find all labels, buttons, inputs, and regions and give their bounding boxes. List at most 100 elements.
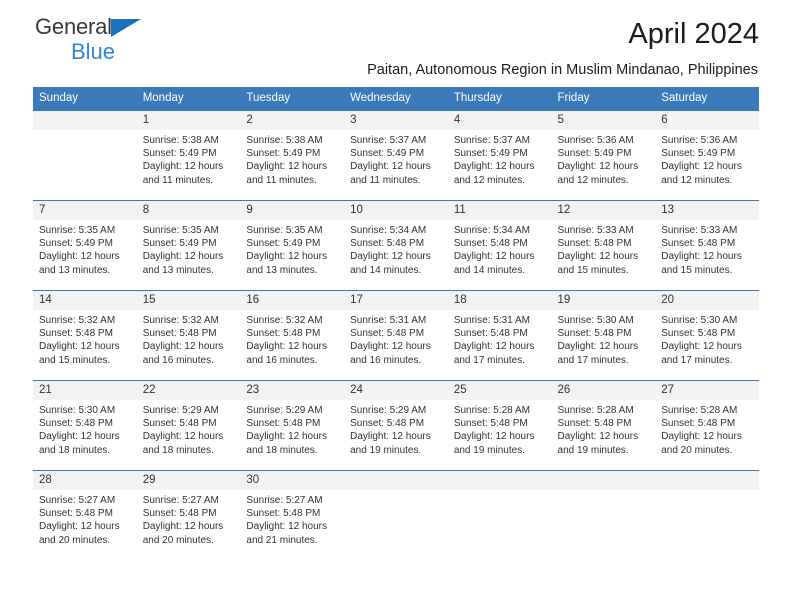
calendar-day-cell[interactable]: 23 Sunrise: 5:29 AM Sunset: 5:48 PM Dayligh…	[240, 380, 345, 471]
day-number: 12	[551, 201, 656, 220]
day-number	[344, 471, 448, 490]
day-details: Sunrise: 5:33 AM Sunset: 5:48 PM Daylight:…	[552, 220, 656, 277]
calendar-day-cell[interactable]: 8 Sunrise: 5:35 AM Sunset: 5:49 PM Daylight…	[136, 200, 241, 291]
daylight-text-line1: Daylight: 12 hours	[246, 341, 328, 353]
calendar-day-cell[interactable]: 10 Sunrise: 5:34 AM Sunset: 5:48 PM Dayligh…	[344, 200, 448, 291]
sunrise-text: Sunrise: 5:32 AM	[39, 315, 116, 326]
daylight-text-line1: Daylight: 12 hours	[142, 341, 224, 353]
sunset-text: Sunset: 5:48 PM	[246, 418, 321, 430]
day-number: 15	[136, 291, 241, 310]
daylight-text-line1: Daylight: 12 hours	[557, 431, 639, 443]
calendar-day-cell[interactable]: 5 Sunrise: 5:36 AM Sunset: 5:49 PM Daylight…	[551, 110, 656, 201]
sunrise-text: Sunrise: 5:37 AM	[453, 135, 530, 146]
calendar-day-cell[interactable]: 25 Sunrise: 5:28 AM Sunset: 5:48 PM Dayligh…	[447, 380, 552, 471]
day-number: 1	[136, 111, 241, 130]
sunrise-text: Sunrise: 5:28 AM	[661, 405, 738, 416]
daylight-text-line2: and 12 minutes.	[557, 174, 629, 186]
daylight-text-line2: and 14 minutes.	[453, 264, 525, 276]
sunrise-text: Sunrise: 5:35 AM	[39, 225, 116, 236]
calendar-day-cell[interactable]: 20 Sunrise: 5:30 AM Sunset: 5:48 PM Dayligh…	[655, 290, 759, 381]
calendar-day-cell[interactable]: 27 Sunrise: 5:28 AM Sunset: 5:48 PM Dayligh…	[655, 380, 759, 471]
calendar-day-cell[interactable]: 11 Sunrise: 5:34 AM Sunset: 5:48 PM Dayligh…	[447, 200, 552, 291]
sunset-text: Sunset: 5:49 PM	[246, 148, 321, 160]
day-details: Sunrise: 5:30 AM Sunset: 5:48 PM Daylight:…	[655, 310, 759, 367]
daylight-text-line2: and 19 minutes.	[350, 444, 422, 456]
day-details: Sunrise: 5:33 AM Sunset: 5:48 PM Daylight:…	[655, 220, 759, 277]
calendar-day-cell[interactable]: 2 Sunrise: 5:38 AM Sunset: 5:49 PM Daylight…	[240, 110, 345, 201]
day-number: 20	[655, 291, 759, 310]
daylight-text-line2: and 16 minutes.	[142, 354, 214, 366]
calendar-day-cell[interactable]: 17 Sunrise: 5:31 AM Sunset: 5:48 PM Dayligh…	[344, 290, 448, 381]
sunrise-text: Sunrise: 5:34 AM	[350, 225, 427, 236]
daylight-text-line2: and 15 minutes.	[557, 264, 629, 276]
calendar-day-cell[interactable]: 15 Sunrise: 5:32 AM Sunset: 5:48 PM Dayligh…	[136, 290, 241, 381]
daylight-text-line2: and 13 minutes.	[142, 264, 214, 276]
sunset-text: Sunset: 5:48 PM	[453, 418, 528, 430]
calendar-day-cell[interactable]: 29 Sunrise: 5:27 AM Sunset: 5:48 PM Dayligh…	[136, 470, 241, 560]
calendar-day-cell[interactable]: 18 Sunrise: 5:31 AM Sunset: 5:48 PM Dayligh…	[447, 290, 552, 381]
daylight-text-line2: and 11 minutes.	[350, 174, 421, 186]
sunrise-text: Sunrise: 5:35 AM	[246, 225, 323, 236]
calendar-day-cell[interactable]: 6 Sunrise: 5:36 AM Sunset: 5:49 PM Daylight…	[655, 110, 759, 201]
calendar-day-cell[interactable]: 7 Sunrise: 5:35 AM Sunset: 5:49 PM Daylight…	[33, 200, 137, 291]
daylight-text-line1: Daylight: 12 hours	[350, 251, 431, 263]
calendar-day-cell[interactable]: 12 Sunrise: 5:33 AM Sunset: 5:48 PM Dayligh…	[551, 200, 656, 291]
calendar-day-cell[interactable]: 4 Sunrise: 5:37 AM Sunset: 5:49 PM Daylight…	[447, 110, 552, 201]
day-details: Sunrise: 5:35 AM Sunset: 5:49 PM Daylight:…	[240, 220, 344, 277]
calendar-day-cell[interactable]: 28 Sunrise: 5:27 AM Sunset: 5:48 PM Dayligh…	[33, 470, 137, 560]
calendar-body: 1 Sunrise: 5:38 AM Sunset: 5:49 PM Daylight…	[33, 110, 759, 560]
sunset-text: Sunset: 5:49 PM	[142, 148, 217, 160]
day-number: 28	[33, 471, 137, 490]
sunset-text: Sunset: 5:48 PM	[453, 328, 528, 340]
general-blue-logo: General Blue	[35, 16, 175, 63]
day-number: 26	[551, 381, 656, 400]
sunset-text: Sunset: 5:49 PM	[246, 238, 321, 250]
day-number: 9	[240, 201, 345, 220]
sunrise-text: Sunrise: 5:30 AM	[39, 405, 116, 416]
daylight-text-line2: and 20 minutes.	[661, 444, 733, 456]
sunset-text: Sunset: 5:48 PM	[453, 238, 528, 250]
calendar-day-cell[interactable]: 21 Sunrise: 5:30 AM Sunset: 5:48 PM Dayligh…	[33, 380, 137, 471]
sunset-text: Sunset: 5:48 PM	[661, 238, 736, 250]
sunset-text: Sunset: 5:49 PM	[557, 148, 632, 160]
daylight-text-line1: Daylight: 12 hours	[246, 521, 328, 533]
day-details: Sunrise: 5:36 AM Sunset: 5:49 PM Daylight:…	[552, 130, 656, 187]
sunrise-text: Sunrise: 5:37 AM	[350, 135, 427, 146]
calendar-day-cell[interactable]: 19 Sunrise: 5:30 AM Sunset: 5:48 PM Dayligh…	[551, 290, 656, 381]
day-number: 29	[136, 471, 241, 490]
calendar-day-cell[interactable]: 22 Sunrise: 5:29 AM Sunset: 5:48 PM Dayligh…	[136, 380, 241, 471]
calendar-day-cell[interactable]: 9 Sunrise: 5:35 AM Sunset: 5:49 PM Daylight…	[240, 200, 345, 291]
daylight-text-line2: and 18 minutes.	[246, 444, 318, 456]
weekday-header-saturday: Saturday	[655, 87, 759, 111]
sunset-text: Sunset: 5:49 PM	[142, 238, 217, 250]
sunrise-text: Sunrise: 5:29 AM	[350, 405, 427, 416]
sunset-text: Sunset: 5:48 PM	[557, 328, 632, 340]
calendar-day-cell[interactable]: 13 Sunrise: 5:33 AM Sunset: 5:48 PM Dayligh…	[655, 200, 759, 291]
calendar-day-cell[interactable]: 3 Sunrise: 5:37 AM Sunset: 5:49 PM Daylight…	[344, 110, 448, 201]
daylight-text-line2: and 17 minutes.	[661, 354, 733, 366]
calendar-cell-empty	[33, 110, 137, 201]
day-number	[33, 111, 137, 130]
day-details: Sunrise: 5:32 AM Sunset: 5:48 PM Daylight:…	[137, 310, 241, 367]
day-details: Sunrise: 5:38 AM Sunset: 5:49 PM Daylight:…	[137, 130, 241, 187]
calendar-page: General Blue April 2024 Paitan, Autonomo…	[0, 0, 792, 612]
day-number: 11	[447, 201, 552, 220]
calendar-day-cell[interactable]: 26 Sunrise: 5:28 AM Sunset: 5:48 PM Dayligh…	[551, 380, 656, 471]
sunset-text: Sunset: 5:48 PM	[661, 328, 736, 340]
calendar-day-cell[interactable]: 1 Sunrise: 5:38 AM Sunset: 5:49 PM Daylight…	[136, 110, 241, 201]
sunrise-text: Sunrise: 5:31 AM	[350, 315, 427, 326]
calendar-day-cell[interactable]: 14 Sunrise: 5:32 AM Sunset: 5:48 PM Dayligh…	[33, 290, 137, 381]
day-number: 13	[655, 201, 759, 220]
calendar-day-cell[interactable]: 24 Sunrise: 5:29 AM Sunset: 5:48 PM Dayligh…	[344, 380, 448, 471]
weekday-header-monday: Monday	[136, 87, 241, 111]
calendar-day-cell[interactable]: 16 Sunrise: 5:32 AM Sunset: 5:48 PM Dayligh…	[240, 290, 345, 381]
daylight-text-line1: Daylight: 12 hours	[453, 161, 535, 173]
day-details: Sunrise: 5:38 AM Sunset: 5:49 PM Daylight:…	[240, 130, 344, 187]
calendar-day-cell[interactable]: 30 Sunrise: 5:27 AM Sunset: 5:48 PM Dayligh…	[240, 470, 345, 560]
weekday-header-wednesday: Wednesday	[344, 87, 448, 111]
sunrise-text: Sunrise: 5:36 AM	[557, 135, 634, 146]
day-number: 10	[344, 201, 448, 220]
daylight-text-line1: Daylight: 12 hours	[246, 431, 328, 443]
sunrise-text: Sunrise: 5:30 AM	[661, 315, 738, 326]
sunrise-text: Sunrise: 5:36 AM	[661, 135, 738, 146]
